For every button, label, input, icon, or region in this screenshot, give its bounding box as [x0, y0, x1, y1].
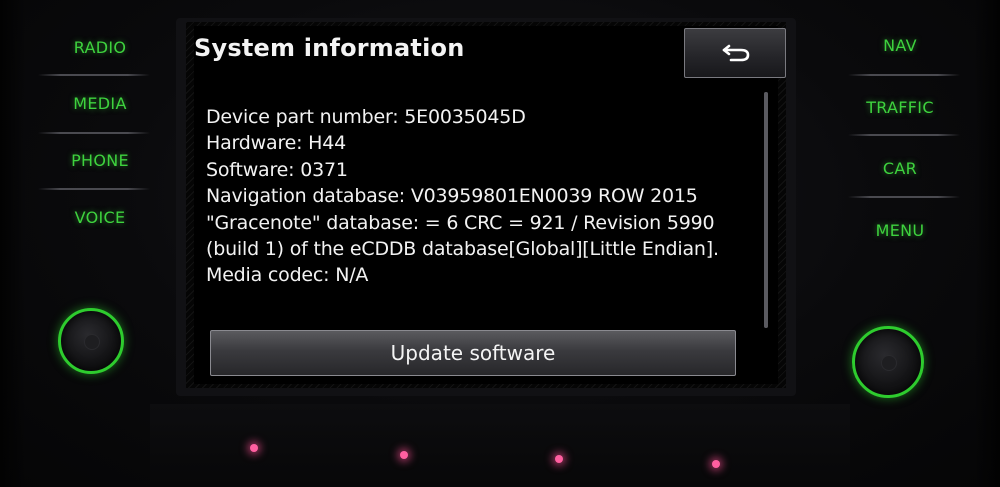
- indicator-led: [250, 444, 258, 452]
- scrollbar[interactable]: [764, 92, 768, 328]
- ecddb-build-line: (build 1) of the eCDDB database[Global][…: [206, 238, 719, 261]
- infotainment-unit: RADIO MEDIA PHONE VOICE NAV TRAFFIC CAR …: [0, 0, 1000, 487]
- return-arrow-icon: [722, 44, 750, 62]
- indicator-led: [555, 455, 563, 463]
- menu-hardkey[interactable]: MENU: [830, 203, 970, 259]
- scrollbar-thumb[interactable]: [764, 92, 768, 328]
- navigation-database-line: Navigation database: V03959801EN0039 ROW…: [206, 185, 698, 208]
- media-codec-line: Media codec: N/A: [206, 264, 369, 287]
- device-part-number-line: Device part number: 5E0035045D: [206, 106, 526, 128]
- traffic-hardkey[interactable]: TRAFFIC: [830, 80, 970, 136]
- software-line: Software: 0371: [206, 158, 348, 181]
- gracenote-database-line: "Gracenote" database: = 6 CRC = 921 / Re…: [206, 211, 715, 234]
- indicator-led: [400, 451, 408, 459]
- car-hardkey[interactable]: CAR: [830, 141, 970, 197]
- edge-shadow: [974, 0, 1000, 487]
- radio-hardkey[interactable]: RADIO: [30, 20, 170, 76]
- indicator-led: [712, 460, 720, 468]
- media-hardkey[interactable]: MEDIA: [30, 76, 170, 132]
- volume-knob[interactable]: [58, 308, 124, 374]
- hardkey-divider: [848, 196, 960, 198]
- right-hardkey-panel: NAV TRAFFIC CAR MENU: [830, 20, 970, 350]
- hardkey-divider: [848, 74, 960, 76]
- knob-cap: [84, 334, 100, 350]
- tune-knob[interactable]: [852, 326, 924, 398]
- voice-hardkey[interactable]: VOICE: [30, 190, 170, 246]
- hardware-line: Hardware: H44: [206, 132, 347, 155]
- edge-shadow: [0, 0, 26, 487]
- left-hardkey-panel: RADIO MEDIA PHONE VOICE: [30, 20, 170, 350]
- knob-cap: [881, 355, 897, 371]
- phone-hardkey[interactable]: PHONE: [30, 133, 170, 189]
- page-title: System information: [194, 34, 465, 62]
- hardkey-divider: [848, 134, 960, 136]
- system-info-text: Device part number: 5E0035045D Hardware:…: [206, 104, 756, 289]
- nav-hardkey[interactable]: NAV: [830, 18, 970, 74]
- back-button[interactable]: [684, 28, 786, 78]
- update-software-button[interactable]: Update software: [210, 330, 736, 376]
